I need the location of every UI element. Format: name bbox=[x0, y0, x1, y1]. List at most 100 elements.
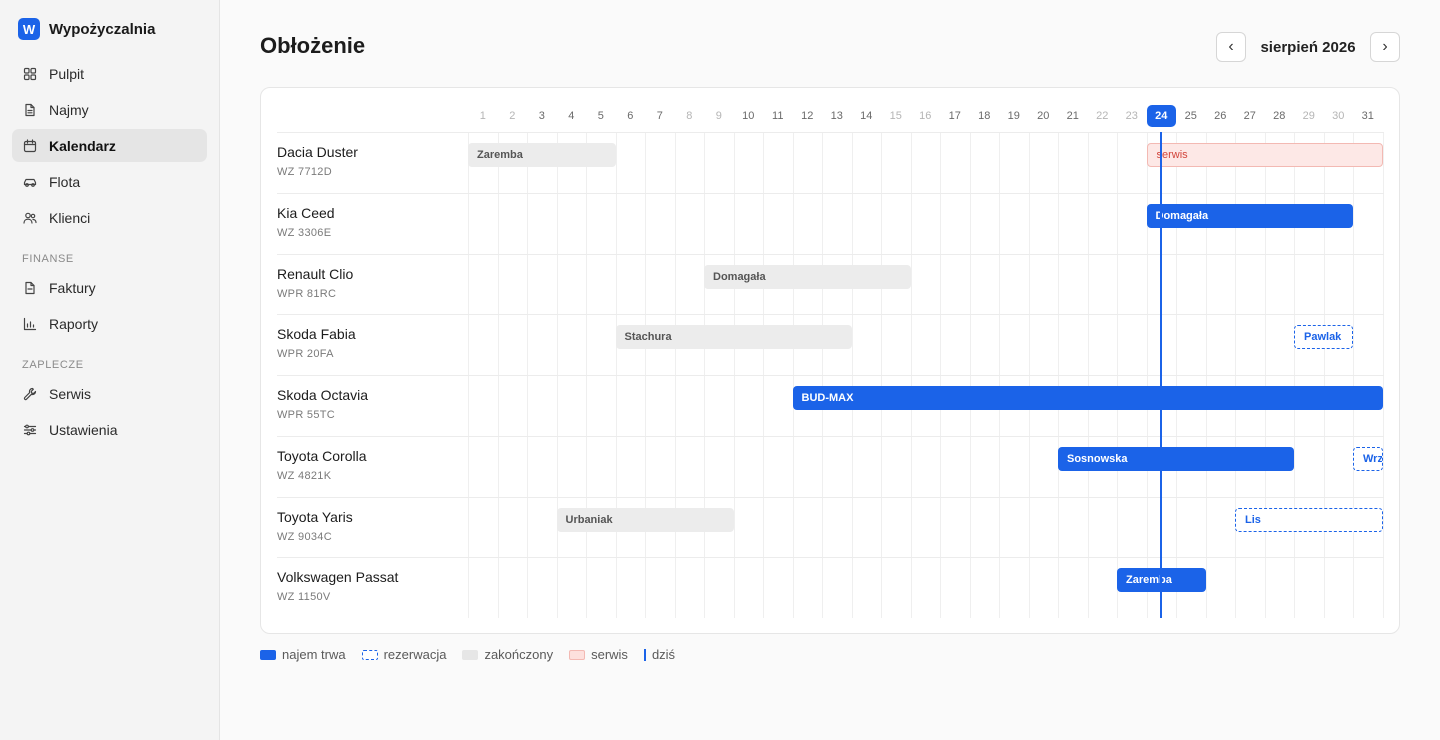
sidebar-item-klienci[interactable]: Klienci bbox=[12, 201, 207, 234]
day-header-4: 4 bbox=[568, 110, 575, 122]
sidebar-item-najmy[interactable]: Najmy bbox=[12, 93, 207, 126]
vehicle-plate: WPR 55TC bbox=[277, 409, 336, 421]
sidebar-section-title: FINANSE bbox=[22, 253, 74, 265]
day-header-31: 31 bbox=[1361, 110, 1374, 122]
booking-bar-ongoing[interactable]: BUD-MAX bbox=[792, 386, 1383, 410]
day-header-14: 14 bbox=[860, 110, 873, 122]
booking-bar-reserved[interactable]: Lis bbox=[1235, 507, 1383, 532]
day-header-21: 21 bbox=[1066, 110, 1079, 122]
sidebar-item-label: Raporty bbox=[49, 315, 99, 332]
sidebar-item-label: Kalendarz bbox=[49, 137, 116, 154]
sidebar-item-faktury[interactable]: Faktury bbox=[12, 271, 207, 304]
booking-bar-finished[interactable]: Urbaniak bbox=[556, 507, 734, 532]
day-header-10: 10 bbox=[742, 110, 755, 122]
day-header-13: 13 bbox=[830, 110, 843, 122]
sidebar-item-pulpit[interactable]: Pulpit bbox=[12, 57, 207, 90]
legend-swatch-reserved bbox=[361, 649, 378, 660]
day-header-26: 26 bbox=[1214, 110, 1227, 122]
grid-row-line bbox=[277, 375, 1384, 376]
day-header-6: 6 bbox=[627, 110, 634, 122]
prev-month-button[interactable]: ‹ bbox=[1216, 32, 1246, 62]
legend-label: zakończony bbox=[484, 647, 554, 662]
calendar-grid: 1 2 3 4 5 6 7 8 9 10 11 12 13 14 15 16 17 18 19 20 21 22 23 24 2… bbox=[277, 102, 1384, 618]
calendar-icon bbox=[23, 138, 37, 152]
brand[interactable]: W Wypożyczalnia bbox=[18, 18, 155, 40]
day-header-25: 25 bbox=[1184, 110, 1197, 122]
vehicle-name[interactable]: Dacia Duster bbox=[277, 144, 358, 160]
vehicle-name[interactable]: Kia Ceed bbox=[277, 205, 335, 221]
vehicle-name[interactable]: Skoda Octavia bbox=[277, 387, 368, 403]
booking-bar-service[interactable]: serwis bbox=[1146, 143, 1383, 167]
vehicle-plate: WZ 9034C bbox=[277, 530, 332, 543]
brand-name: Wypożyczalnia bbox=[49, 20, 156, 38]
users-icon bbox=[23, 212, 37, 224]
day-header-8: 8 bbox=[686, 110, 693, 122]
next-month-button[interactable]: › bbox=[1370, 32, 1400, 62]
month-navigation: ‹ sierpień 2026 › bbox=[1216, 32, 1400, 62]
brand-logo: W bbox=[18, 18, 40, 40]
sidebar-item-label: Flota bbox=[49, 173, 81, 190]
vehicle-name[interactable]: Toyota Corolla bbox=[277, 448, 367, 464]
grid-icon bbox=[23, 67, 37, 80]
sidebar-section-title: ZAPLECZE bbox=[22, 359, 84, 371]
booking-bar-finished[interactable]: Stachura bbox=[615, 325, 852, 350]
legend-swatch-today bbox=[643, 648, 646, 661]
day-header-12: 12 bbox=[801, 110, 814, 122]
grid-row-line bbox=[277, 132, 1384, 133]
day-header-22: 22 bbox=[1096, 110, 1109, 122]
grid-row-line bbox=[277, 496, 1384, 498]
grid-row-line bbox=[277, 435, 1384, 437]
day-header-30: 30 bbox=[1332, 110, 1345, 122]
legend-label: serwis bbox=[591, 647, 628, 662]
day-header-24: 24 bbox=[1146, 105, 1176, 127]
vehicle-name[interactable]: Volkswagen Passat bbox=[277, 569, 398, 585]
vehicle-name[interactable]: Renault Clio bbox=[277, 266, 353, 282]
sidebar-item-kalendarz[interactable]: Kalendarz bbox=[12, 129, 207, 162]
vehicle-name[interactable]: Skoda Fabia bbox=[277, 326, 356, 342]
document-icon bbox=[25, 103, 35, 116]
day-header-5: 5 bbox=[597, 110, 604, 122]
occupancy-calendar: 1 2 3 4 5 6 7 8 9 10 11 12 13 14 15 16 17 18 19 20 21 22 23 24 2… bbox=[260, 87, 1400, 634]
page-title: Obłożenie bbox=[260, 33, 366, 58]
booking-bar-finished[interactable]: Domagała bbox=[704, 264, 911, 289]
sidebar-item-label: Ustawienia bbox=[49, 421, 118, 438]
legend-label: najem trwa bbox=[282, 647, 346, 662]
month-label: sierpień 2026 bbox=[1260, 38, 1356, 56]
grid-row-line bbox=[277, 557, 1384, 559]
sidebar-item-raporty[interactable]: Raporty bbox=[12, 307, 207, 340]
legend-swatch-service bbox=[569, 649, 586, 660]
booking-bar-reserved[interactable]: Pawlak bbox=[1294, 325, 1353, 350]
sidebar-item-label: Pulpit bbox=[49, 65, 85, 82]
day-header-1: 1 bbox=[479, 110, 486, 122]
vehicle-plate: WZ 4821K bbox=[277, 469, 332, 482]
sidebar-item-flota[interactable]: Flota bbox=[12, 165, 207, 198]
sidebar: W Wypożyczalnia Pulpit Najmy Kalendarz Flot… bbox=[0, 0, 220, 740]
chart-icon bbox=[23, 317, 37, 330]
vehicle-name[interactable]: Toyota Yaris bbox=[277, 509, 353, 525]
wrench-icon bbox=[23, 387, 37, 400]
booking-bar-ongoing[interactable]: Sosnowska bbox=[1058, 446, 1294, 471]
sidebar-item-serwis[interactable]: Serwis bbox=[12, 377, 207, 410]
grid-row-line bbox=[277, 314, 1384, 316]
sidebar-item-ustawienia[interactable]: Ustawienia bbox=[12, 413, 207, 446]
sidebar-item-label: Faktury bbox=[49, 279, 96, 296]
day-header-7: 7 bbox=[656, 110, 663, 122]
day-header-19: 19 bbox=[1007, 110, 1020, 122]
invoice-icon bbox=[25, 281, 35, 294]
booking-bar-finished[interactable]: Zaremba bbox=[468, 143, 616, 167]
today-marker-line bbox=[1160, 132, 1163, 618]
day-header-28: 28 bbox=[1273, 110, 1286, 122]
legend-item-today: dziś bbox=[643, 647, 676, 662]
legend-swatch-ongoing bbox=[260, 649, 276, 660]
legend-label: dziś bbox=[651, 647, 676, 662]
day-header-27: 27 bbox=[1243, 110, 1256, 122]
sliders-icon bbox=[23, 424, 37, 435]
day-header-23: 23 bbox=[1125, 110, 1138, 122]
legend-item-reserved: rezerwacja bbox=[361, 647, 446, 662]
booking-bar-reserved[interactable]: Wrz bbox=[1353, 446, 1383, 471]
booking-bar-ongoing[interactable]: Domagała bbox=[1146, 203, 1353, 228]
legend-swatch-finished bbox=[462, 649, 479, 660]
car-icon bbox=[23, 178, 37, 187]
day-header-17: 17 bbox=[948, 110, 961, 122]
sidebar-item-label: Klienci bbox=[49, 209, 91, 226]
